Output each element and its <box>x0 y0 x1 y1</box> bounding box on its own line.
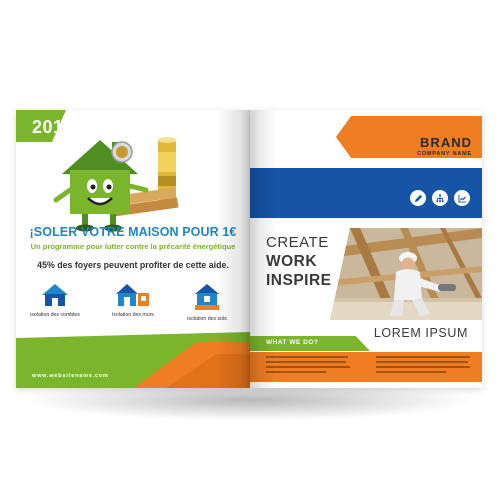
feature-label: isolation des combles <box>30 312 80 318</box>
placeholder-text-line <box>266 361 346 363</box>
pencil-button[interactable] <box>410 190 426 206</box>
placeholder-text-line <box>376 356 470 358</box>
spine-shadow <box>216 110 250 388</box>
blue-band <box>250 168 482 218</box>
left-page: 201 ¡SOLER VOTRE MAISON POUR 1€ Un progr… <box>16 110 250 388</box>
placeholder-text-line <box>266 366 350 368</box>
chart-button[interactable] <box>454 190 470 206</box>
brochure-mockup: 201 ¡SOLER VOTRE MAISON POUR 1€ Un progr… <box>0 0 500 500</box>
network-icon <box>436 193 444 202</box>
placeholder-text-line <box>376 361 468 363</box>
website-link[interactable]: www.websitename.com <box>32 373 109 379</box>
brand-arrow-tab <box>336 116 390 158</box>
headline: ¡SOLER VOTRE MAISON POUR 1€ <box>29 225 237 239</box>
footer-band <box>16 332 250 388</box>
placeholder-text-line <box>266 356 348 358</box>
attic-worker-photo <box>330 228 482 320</box>
feature-walls: isolation des murs <box>98 282 168 318</box>
lorem-heading: LOREM IPSUM <box>373 326 468 340</box>
right-page: BRAND COMPANY NAME CREATE WORK INSPIRE L… <box>250 110 482 388</box>
spine-shadow <box>250 110 276 388</box>
company-name: COMPANY NAME <box>417 151 472 157</box>
house-mascot-icon <box>53 137 179 232</box>
network-button[interactable] <box>432 190 448 206</box>
feature-roof: isolation des combles <box>20 282 90 318</box>
statistic-text: 45% des foyers peuvent profiter de cette… <box>37 260 229 270</box>
placeholder-text-line <box>376 366 470 368</box>
house-walls-icon <box>116 284 149 306</box>
pencil-icon <box>414 194 422 202</box>
brand-name: BRAND <box>420 135 472 150</box>
house-roof-icon <box>42 284 68 306</box>
chart-icon <box>457 194 466 203</box>
placeholder-text-line <box>376 371 446 373</box>
subheadline: Un programme pour lutter contre la préca… <box>30 242 236 251</box>
feature-label: isolation des murs <box>112 312 154 318</box>
